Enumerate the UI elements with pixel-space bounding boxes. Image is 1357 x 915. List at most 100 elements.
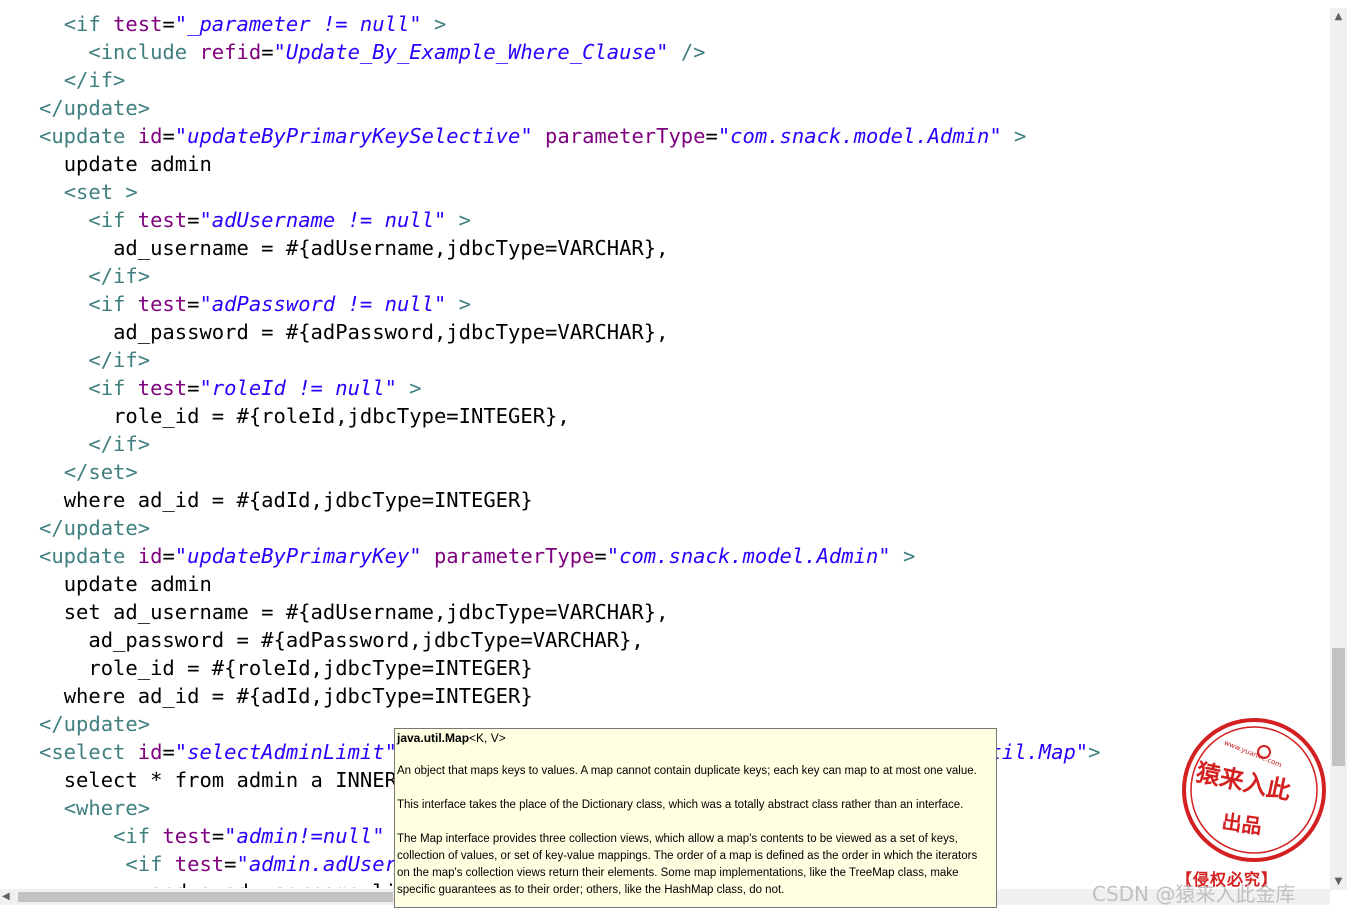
- xml-tag-token: <if: [88, 208, 138, 232]
- xml-value-token: "roleId != null": [199, 376, 397, 400]
- code-line[interactable]: <set >: [39, 178, 138, 206]
- code-line[interactable]: </update>: [39, 94, 150, 122]
- javadoc-tooltip: java.util.Map<K, V> An object that maps …: [394, 728, 997, 908]
- xml-tag-token: </if>: [88, 348, 151, 372]
- xml-value-token: "adUsername != null": [199, 208, 447, 232]
- code-line[interactable]: <if test="roleId != null" >: [39, 374, 422, 402]
- code-text-token: role_id = #{roleId,jdbcType=INTEGER},: [113, 404, 570, 428]
- xml-value-token: "admin!=null": [224, 824, 385, 848]
- code-text-token: ad_password = #{adPassword,jdbcType=VARC…: [88, 628, 644, 652]
- code-line[interactable]: <update id="updateByPrimaryKey" paramete…: [39, 542, 915, 570]
- code-line[interactable]: <if test="_parameter != null" >: [39, 10, 447, 38]
- scroll-left-icon[interactable]: ◀: [2, 889, 16, 905]
- code-text-token: and a.ad_username like: [150, 880, 422, 888]
- code-line[interactable]: </set>: [39, 458, 138, 486]
- xml-tag-token: />: [668, 40, 706, 64]
- xml-attribute-token: id: [137, 740, 163, 764]
- code-line[interactable]: <if test="adPassword != null" >: [39, 290, 471, 318]
- code-line[interactable]: <if test="adUsername != null" >: [39, 206, 471, 234]
- xml-tag-token: </if>: [63, 68, 126, 92]
- xml-attribute-token: test: [137, 208, 188, 232]
- code-line[interactable]: where ad_id = #{adId,jdbcType=INTEGER}: [39, 486, 533, 514]
- code-text-token: =: [211, 824, 225, 848]
- code-text-token: update admin: [63, 152, 212, 176]
- code-line[interactable]: </if>: [39, 346, 150, 374]
- xml-value-token: "selectAdminLimit": [174, 740, 397, 764]
- code-text-token: =: [705, 124, 718, 148]
- xml-value-token: "_parameter != null": [174, 12, 422, 36]
- xml-value-token: "com.snack.model.Admin": [717, 124, 1002, 148]
- xml-tag-token: </if>: [88, 264, 151, 288]
- xml-attribute-token: refid: [199, 40, 262, 64]
- code-line[interactable]: and a.ad_username like: [39, 878, 422, 888]
- scroll-down-icon[interactable]: ▼: [1330, 873, 1347, 890]
- xml-attribute-token: test: [137, 292, 188, 316]
- code-text-token: =: [162, 740, 175, 764]
- xml-attribute-token: parameterType: [433, 544, 595, 568]
- tooltip-paragraph: An object that maps keys to values. A ma…: [397, 765, 977, 777]
- code-line[interactable]: ad_username = #{adUsername,jdbcType=VARC…: [39, 234, 668, 262]
- xml-tag-token: >: [1001, 124, 1027, 148]
- xml-attribute-token: test: [137, 376, 188, 400]
- xml-value-token: "adPassword != null": [199, 292, 447, 316]
- xml-value-token: "updateByPrimaryKey": [174, 544, 422, 568]
- code-line[interactable]: ad_password = #{adPassword,jdbcType=VARC…: [39, 626, 644, 654]
- code-line[interactable]: <where>: [39, 794, 150, 822]
- code-text-token: where ad_id = #{adId,jdbcType=INTEGER}: [63, 488, 533, 512]
- code-line[interactable]: <include refid="Update_By_Example_Where_…: [39, 38, 706, 66]
- code-line[interactable]: update admin: [39, 570, 212, 598]
- xml-attribute-token: test: [113, 12, 163, 36]
- csdn-watermark: CSDN @猿来入此金库: [1092, 882, 1296, 906]
- xml-tag-token: >: [396, 376, 422, 400]
- vertical-scroll-thumb[interactable]: [1332, 648, 1345, 766]
- code-text-token: =: [224, 852, 237, 876]
- scroll-up-icon[interactable]: ▲: [1330, 8, 1347, 25]
- xml-attribute-token: parameterType: [545, 124, 706, 148]
- code-text-token: ad_username = #{adUsername,jdbcType=VARC…: [113, 236, 669, 260]
- xml-tag-token: <include: [88, 40, 200, 64]
- code-line[interactable]: where ad_id = #{adId,jdbcType=INTEGER}: [39, 682, 533, 710]
- code-line[interactable]: update admin: [39, 150, 212, 178]
- code-line[interactable]: ad_password = #{adPassword,jdbcType=VARC…: [39, 318, 668, 346]
- xml-tag-token: <where>: [63, 796, 151, 820]
- code-line[interactable]: role_id = #{roleId,jdbcType=INTEGER},: [39, 402, 570, 430]
- xml-tag-token: <if: [63, 12, 114, 36]
- xml-attribute-token: test: [174, 852, 225, 876]
- xml-tag-token: >: [446, 292, 471, 316]
- code-text-token: =: [187, 376, 200, 400]
- xml-tag-token: <if: [125, 852, 175, 876]
- tooltip-paragraph: The Map interface provides three collect…: [397, 833, 978, 896]
- code-text-token: =: [162, 544, 175, 568]
- code-line[interactable]: </update>: [39, 710, 150, 738]
- code-line[interactable]: <update id="updateByPrimaryKeySelective"…: [39, 122, 1026, 150]
- code-line[interactable]: </if>: [39, 66, 126, 94]
- xml-tag-token: <select: [39, 740, 138, 764]
- code-line[interactable]: role_id = #{roleId,jdbcType=INTEGER}: [39, 654, 532, 682]
- xml-attribute-token: id: [137, 544, 163, 568]
- tooltip-type-params: <K, V>: [469, 731, 506, 745]
- code-line[interactable]: </update>: [39, 514, 150, 542]
- code-line[interactable]: </if>: [39, 430, 150, 458]
- horizontal-scroll-thumb[interactable]: [18, 892, 393, 902]
- vertical-scrollbar[interactable]: ▲ ▼: [1330, 8, 1347, 890]
- code-line[interactable]: set ad_username = #{adUsername,jdbcType=…: [39, 598, 669, 626]
- xml-value-token: "com.snack.model.Admin": [606, 544, 891, 568]
- xml-tag-token: </update>: [39, 712, 151, 736]
- code-line[interactable]: </if>: [39, 262, 150, 290]
- code-line[interactable]: <if test="admin!=null" >: [39, 822, 409, 850]
